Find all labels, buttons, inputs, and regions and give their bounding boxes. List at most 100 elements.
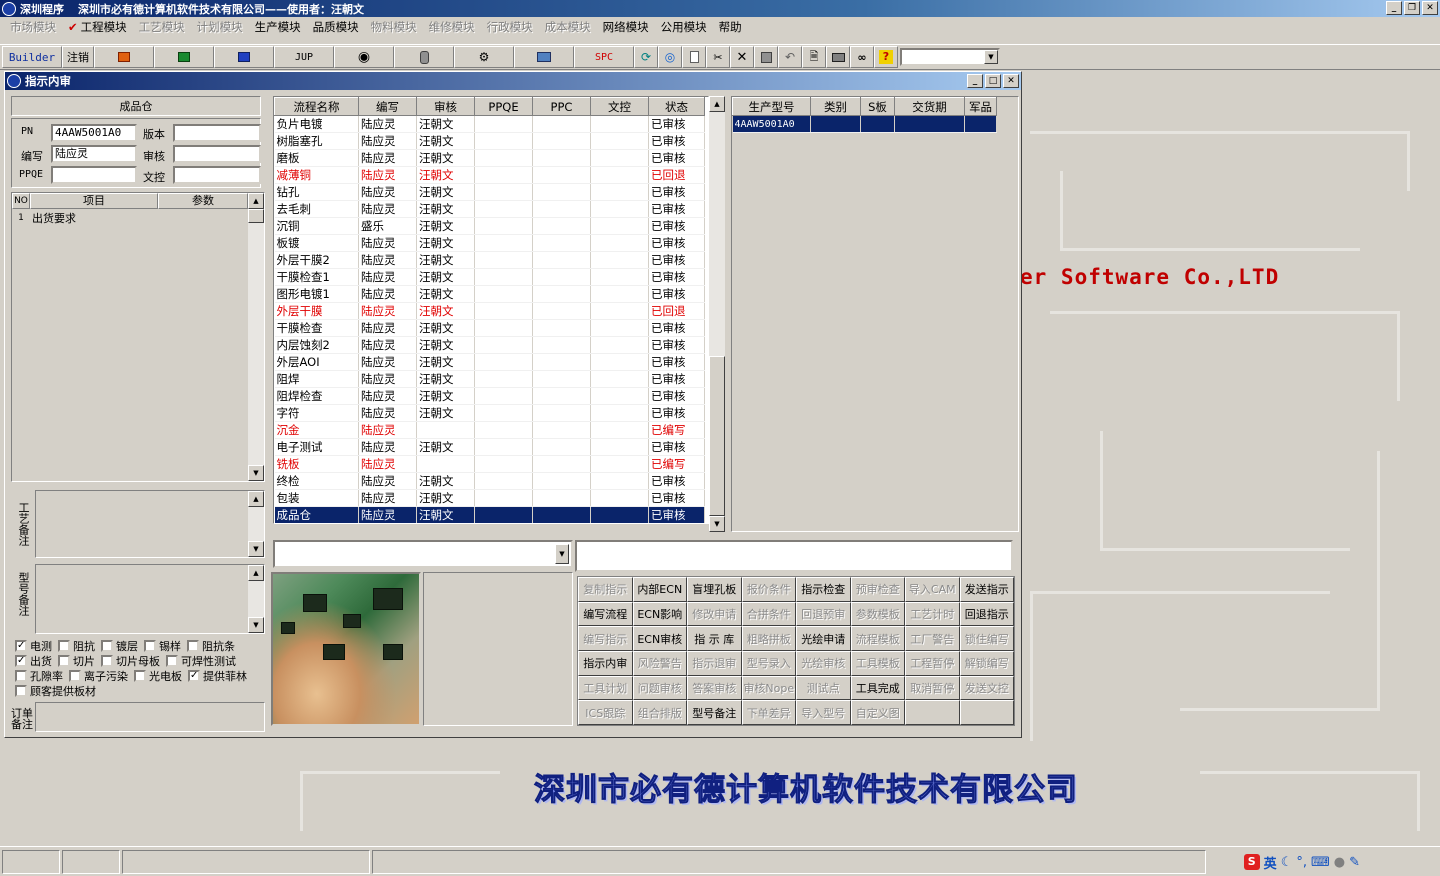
- action-button[interactable]: 内部ECN: [632, 577, 687, 602]
- process-col-header[interactable]: 审核: [416, 97, 475, 116]
- action-button[interactable]: ECN影响: [632, 601, 687, 627]
- checked-box-icon[interactable]: ✓: [15, 640, 27, 652]
- note-input[interactable]: [575, 540, 1013, 572]
- action-button[interactable]: 合拼条件: [741, 601, 796, 627]
- menu-item-11[interactable]: 公用模块: [655, 19, 713, 35]
- action-button[interactable]: 修改申请: [687, 601, 742, 627]
- wrench-icon[interactable]: ✎: [1349, 855, 1360, 870]
- moon-icon[interactable]: ☾: [1281, 855, 1293, 870]
- option-checkbox[interactable]: 可焊性测试: [166, 653, 236, 669]
- scroll-up-icon[interactable]: ▲: [709, 96, 725, 112]
- action-button[interactable]: 自定义图: [850, 700, 905, 725]
- find-button[interactable]: ∞: [850, 46, 874, 68]
- scroll-thumb[interactable]: [248, 209, 264, 223]
- action-button[interactable]: 复制指示: [578, 577, 633, 602]
- process-col-header[interactable]: PPC: [532, 97, 591, 116]
- action-button[interactable]: 指示检查: [796, 577, 851, 602]
- menu-item-12[interactable]: 帮助: [713, 19, 748, 35]
- builder-button[interactable]: Builder: [2, 46, 62, 68]
- keyboard-icon[interactable]: ⌨: [1311, 855, 1330, 870]
- menu-item-8[interactable]: 行政模块: [481, 19, 539, 35]
- process-table-scrollbar[interactable]: ▲ ▼: [709, 96, 725, 532]
- action-button[interactable]: 工程暂停: [905, 650, 960, 676]
- minimize-button[interactable]: _: [1386, 1, 1402, 15]
- author-field[interactable]: 陆应灵: [51, 145, 137, 163]
- action-button[interactable]: 审核Nope: [741, 675, 796, 701]
- save-button[interactable]: [754, 46, 778, 68]
- option-checkbox[interactable]: 切片母板: [101, 653, 160, 669]
- review-field[interactable]: [173, 145, 261, 163]
- user-icon[interactable]: ●: [1334, 855, 1345, 870]
- process-row[interactable]: 磨板 陆应灵 汪朝文 已审核: [274, 149, 705, 167]
- action-button[interactable]: 预审检查: [850, 577, 905, 602]
- child-maximize-button[interactable]: □: [985, 74, 1001, 88]
- action-button[interactable]: 光绘审核: [796, 650, 851, 676]
- option-checkbox[interactable]: 孔隙率: [15, 668, 63, 684]
- logout-button[interactable]: 注销: [62, 46, 94, 68]
- process-row[interactable]: 减薄铜 陆应灵 汪朝文 已回退: [274, 166, 705, 184]
- unchecked-box-icon[interactable]: [101, 640, 113, 652]
- menu-item-2[interactable]: 工艺模块: [133, 19, 191, 35]
- model-memo-scrollbar[interactable]: ▲ ▼: [248, 565, 264, 633]
- process-col-header[interactable]: PPQE: [474, 97, 533, 116]
- option-checkbox[interactable]: 离子污染: [69, 668, 128, 684]
- action-button[interactable]: 下单差异: [741, 700, 796, 725]
- order-memo[interactable]: [35, 702, 265, 732]
- close-button[interactable]: ✕: [1422, 1, 1438, 15]
- option-checkbox[interactable]: 阻抗: [58, 638, 95, 654]
- version-field[interactable]: [173, 124, 261, 142]
- process-row[interactable]: 外层AOI 陆应灵 汪朝文 已审核: [274, 353, 705, 371]
- action-button[interactable]: 发送文控: [959, 675, 1014, 701]
- action-button[interactable]: 工厂警告: [905, 626, 960, 651]
- process-row[interactable]: 图形电镀1 陆应灵 汪朝文 已审核: [274, 285, 705, 303]
- option-checkbox[interactable]: 阻抗条: [187, 638, 235, 654]
- process-row[interactable]: 干膜检查1 陆应灵 汪朝文 已审核: [274, 268, 705, 286]
- scroll-down-icon[interactable]: ▼: [248, 617, 264, 633]
- process-row[interactable]: 外层干膜2 陆应灵 汪朝文 已审核: [274, 251, 705, 269]
- doc-control-field[interactable]: [173, 166, 261, 184]
- process-row[interactable]: 铣板 陆应灵 已编写: [274, 455, 705, 473]
- menu-item-3[interactable]: 计划模块: [191, 19, 249, 35]
- menu-item-10[interactable]: 网络模块: [597, 19, 655, 35]
- action-button[interactable]: 组合排版: [632, 700, 687, 725]
- scroll-up-icon[interactable]: ▲: [248, 193, 264, 209]
- unchecked-box-icon[interactable]: [101, 655, 113, 667]
- process-row[interactable]: 成品仓 陆应灵 汪朝文 已审核: [274, 506, 705, 523]
- process-row[interactable]: 内层蚀刻2 陆应灵 汪朝文 已审核: [274, 336, 705, 354]
- scroll-down-icon[interactable]: ▼: [248, 465, 264, 481]
- print-button[interactable]: [826, 46, 850, 68]
- action-button[interactable]: 型号录入: [741, 650, 796, 676]
- process-row[interactable]: 去毛刺 陆应灵 汪朝文 已审核: [274, 200, 705, 218]
- menu-item-4[interactable]: 生产模块: [249, 19, 307, 35]
- refresh-button[interactable]: ⟳: [634, 46, 658, 68]
- option-checkbox[interactable]: 镀层: [101, 638, 138, 654]
- word-button[interactable]: [214, 46, 274, 68]
- unchecked-box-icon[interactable]: [134, 670, 146, 682]
- action-button[interactable]: ICS跟踪: [578, 700, 633, 725]
- action-button[interactable]: 编写指示: [578, 626, 633, 651]
- menu-item-1[interactable]: ✔ 工程模块: [62, 19, 133, 35]
- unchecked-box-icon[interactable]: [58, 655, 70, 667]
- new-button[interactable]: [682, 46, 706, 68]
- model-col-header[interactable]: 生产型号: [732, 97, 811, 116]
- model-col-header[interactable]: 交货期: [894, 97, 965, 116]
- browser-button[interactable]: ◎: [658, 46, 682, 68]
- menu-item-5[interactable]: 品质模块: [307, 19, 365, 35]
- menu-item-6[interactable]: 物料模块: [365, 19, 423, 35]
- action-button[interactable]: 光绘申请: [796, 626, 851, 651]
- unchecked-box-icon[interactable]: [69, 670, 81, 682]
- unchecked-box-icon[interactable]: [58, 640, 70, 652]
- action-button[interactable]: [959, 700, 1014, 725]
- scroll-thumb[interactable]: [709, 356, 725, 516]
- process-row[interactable]: 阻焊检查 陆应灵 汪朝文 已审核: [274, 387, 705, 405]
- spc-button[interactable]: SPC: [574, 46, 634, 68]
- ime-toolbar[interactable]: S 英 ☾ °, ⌨ ● ✎: [1243, 851, 1360, 873]
- option-checkbox[interactable]: 光电板: [134, 668, 182, 684]
- unchecked-box-icon[interactable]: [166, 655, 178, 667]
- action-button[interactable]: 工具完成: [850, 675, 905, 701]
- option-checkbox[interactable]: ✓ 出货: [15, 653, 52, 669]
- preview-button[interactable]: 🗎: [802, 46, 826, 68]
- action-button[interactable]: 型号备注: [687, 700, 742, 725]
- unchecked-box-icon[interactable]: [144, 640, 156, 652]
- unchecked-box-icon[interactable]: [15, 685, 27, 697]
